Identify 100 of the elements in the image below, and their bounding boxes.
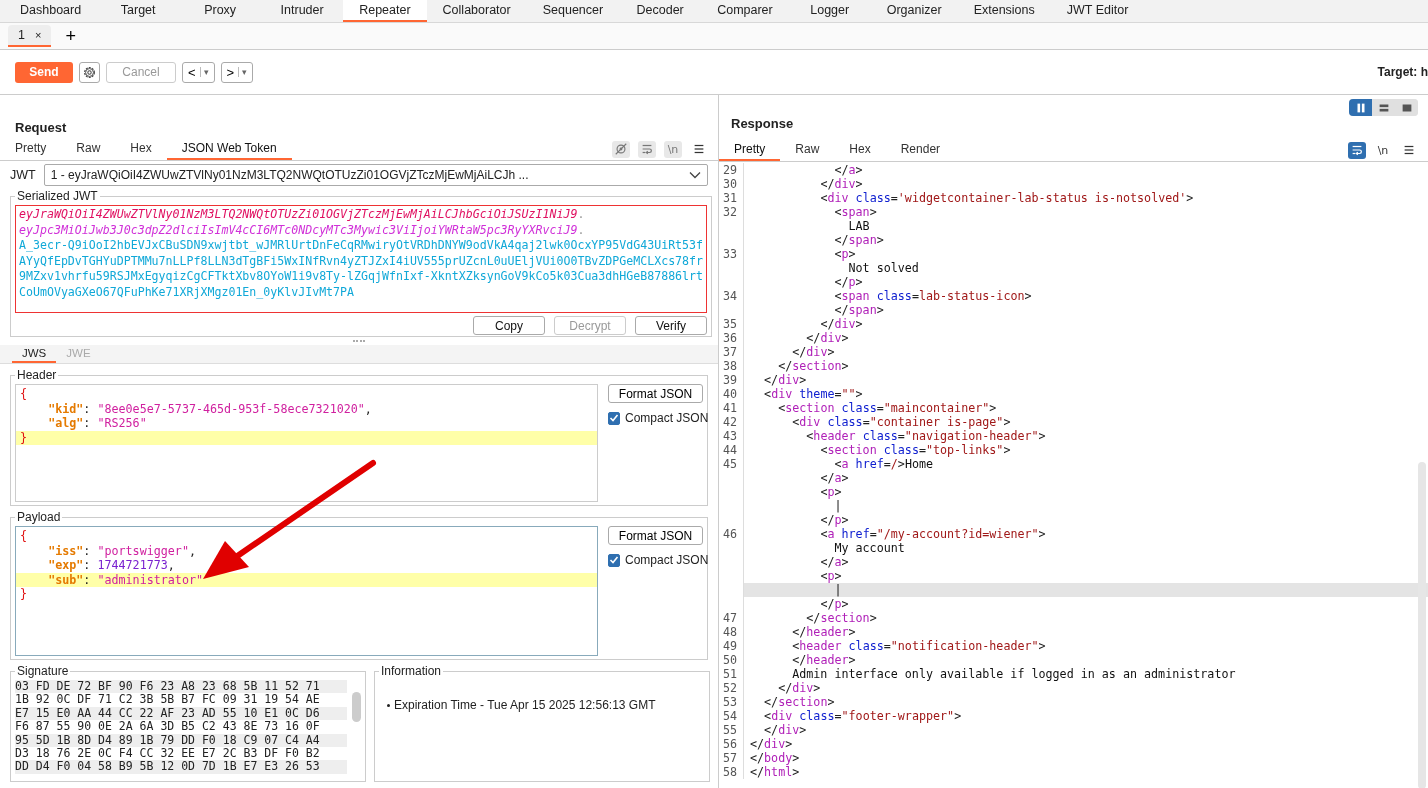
line-number: 53	[722, 695, 739, 709]
scrollbar[interactable]	[352, 692, 361, 722]
line-number: 37	[722, 345, 739, 359]
main-tab[interactable]: Collaborator	[426, 0, 527, 22]
section-legend: Payload	[15, 510, 63, 524]
target-label: Target: h	[1377, 65, 1428, 79]
line-number: 55	[722, 723, 739, 737]
checkbox[interactable]	[608, 553, 620, 567]
eye-slash-icon[interactable]	[612, 140, 630, 158]
hex-row-text: F6 87 55 90 0E 2A 6A 3D B5 C2 43 8E 73 16 0F	[15, 720, 321, 734]
main-tab[interactable]: Proxy	[179, 0, 262, 22]
line-number: 35	[722, 317, 739, 331]
code-line: </div>	[743, 345, 1428, 359]
history-button[interactable]: < ▾	[182, 61, 215, 83]
editor-tab[interactable]: Hex	[115, 138, 167, 160]
editor-tab[interactable]: Pretty	[0, 138, 62, 160]
code-line: "iss": "portswigger",	[47, 543, 197, 558]
editor-tab[interactable]: JSON Web Token	[166, 138, 292, 160]
history-button[interactable]: > ▾	[220, 61, 254, 83]
main-tab[interactable]: Logger	[788, 0, 871, 22]
action-button[interactable]: Copy	[473, 316, 546, 335]
json-editor[interactable]: { "kid": "8ee0e5e7-5737-465d-953f-58ece7321020", "alg": "RS256" }	[15, 384, 598, 502]
line-number: 32	[722, 205, 739, 219]
code-line: <header class="navigation-header">	[743, 429, 1428, 443]
code-line: </div>	[743, 317, 1428, 331]
main-tab[interactable]: Sequencer	[526, 0, 620, 22]
editor-tab[interactable]: Render	[885, 139, 956, 161]
line-number: 41	[722, 401, 739, 415]
line-number: 30	[722, 177, 739, 191]
wrap-icon[interactable]	[638, 140, 656, 158]
line-number: 44	[722, 443, 739, 457]
code-line: <div theme="">	[743, 387, 1428, 401]
main-tab[interactable]: Decoder	[619, 0, 702, 22]
line-number: 36	[722, 331, 739, 345]
line-number: 45	[722, 457, 739, 471]
newline-toggle[interactable]: \n	[1374, 141, 1392, 159]
code-line: </p>	[743, 275, 1428, 289]
code-line: <section class="top-links">	[743, 443, 1428, 457]
checkbox-label: Compact JSON	[625, 553, 709, 567]
pane-title: Response	[731, 116, 795, 131]
format-json-button[interactable]: Format JSON	[608, 526, 703, 545]
code-line: }	[19, 587, 29, 602]
settings-icon[interactable]	[79, 61, 100, 83]
line-number: 48	[722, 625, 739, 639]
checkbox[interactable]	[608, 411, 620, 425]
code-line: </a>	[743, 163, 1428, 177]
jwt-dropdown[interactable]: 1 - eyJraWQiOiI4ZWUwZTVlNy01NzM3LTQ2NWQtOTUzZi01OGVjZTczMjEwMjAiLCJh ...	[43, 164, 708, 186]
newline-toggle[interactable]: \n	[664, 140, 682, 158]
main-tab[interactable]: JWT Editor	[1050, 0, 1145, 22]
hex-row: 03 FD DE 72 BF 90 F6 23 A8 23 68 5B 11 52 71	[15, 680, 347, 694]
columns-icon[interactable]	[1349, 99, 1372, 116]
code-line: "alg": "RS256"	[47, 416, 148, 431]
session-tab[interactable]: 1 ×	[8, 25, 52, 47]
line-number: 40	[722, 387, 739, 401]
code-line: LAB	[743, 219, 1428, 233]
line-number: 34	[722, 289, 739, 303]
serialized-jwt-field[interactable]: eyJraWQiOiI4ZWUwZTVlNy01NzM3LTQ2NWQtOTUzZi01OGVjZTczMjEwMjAiLCJhbGciOiJSUzI1NiJ9. eyJpc3MiOiJwb3J0c3dpZ2dlciIsImV4cCI6MTc0NDcyMTc3Mywic3ViIjoiYWRtaW5pc3RyYXRvciJ9. A_3ecr-Q9iOoI2hbEVJxCBuSDN9xwjtbt_wJMRlUrtDnFeCqRMwiryOtVRDhDNYW9odVkA4qaj2lwk0OcxYP95VdG43UiRt53fAYyQfEpDvTGHYuDPTMMu7nLLPf8LLN3dTgBFi5WxINfRvn4yZTJZxI4iUV555prUZcnL0uUEljVUi0O0TBvZDPGeMCLXcs78fr9MZxv1vhrfu59RSJMxEgyqizCgCFTktXbv8OYoW1i9v8Ty-lZGqjWfnIxf-XkntXZksynGoV9kCo5k03Cua3dhHGeB87886lrtCoUmOVyaGXeO67QFuPhKe71XRjXMgz01En_0yKlvJIvMt7PA	[15, 205, 708, 313]
hex-row: E7 15 E0 AA 44 CC 22 AF 23 AD 55 10 E1 0C D6	[15, 706, 347, 721]
main-tab[interactable]: Extensions	[957, 0, 1051, 22]
hex-row: 95 5D 1B 8D D4 89 1B 79 DD F0 18 C9 07 C4 A4	[15, 733, 347, 747]
main-tab[interactable]: Dashboard	[4, 0, 98, 22]
scrollbar[interactable]	[1418, 462, 1426, 788]
hex-row-text: D3 18 76 2E 0C F4 CC 32 EE E7 2C B3 DF F0 B2	[15, 746, 321, 761]
format-json-button[interactable]: Format JSON	[608, 384, 703, 403]
code-line: {	[19, 529, 29, 544]
new-tab-button[interactable]: +	[61, 25, 80, 47]
wrap-icon[interactable]	[1348, 141, 1366, 159]
editor-tab[interactable]: Raw	[780, 139, 835, 161]
main-tab[interactable]: Organizer	[870, 0, 958, 22]
line-number: 39	[722, 373, 739, 387]
main-tab[interactable]: Target	[97, 0, 180, 22]
line-number: 33	[722, 247, 739, 261]
line-number: 46	[722, 527, 739, 541]
line-number: 31	[722, 191, 739, 205]
action-button[interactable]: Verify	[635, 316, 708, 335]
field-label: JWT	[10, 168, 36, 182]
code-line: </div>	[743, 177, 1428, 191]
checkbox-label: Compact JSON	[625, 411, 709, 425]
code-line: {	[19, 387, 29, 402]
line-number: 38	[722, 359, 739, 373]
main-tab[interactable]: Repeater	[343, 0, 427, 22]
line-number: 47	[722, 611, 739, 625]
bullet-icon	[387, 703, 390, 707]
editor-tab[interactable]: Raw	[61, 138, 116, 160]
hex-row-text: 1B 92 0C DF 71 C2 3B 5B B7 FC 09 31 19 54 AE	[15, 693, 321, 707]
editor-tab[interactable]: Hex	[834, 139, 886, 161]
code-line: <span>	[743, 205, 1428, 219]
code-line: </div>	[743, 331, 1428, 345]
code-line: <div class='widgetcontainer-lab-status is-notsolved'>	[743, 191, 1428, 205]
editor-tab[interactable]: Pretty	[719, 139, 781, 161]
main-tab[interactable]: Comparer	[701, 0, 789, 22]
section-legend: Serialized JWT	[15, 189, 100, 203]
code-line: </div>	[743, 373, 1428, 387]
line-number: 29	[722, 163, 739, 177]
line-number: 57	[722, 751, 739, 765]
main-tab[interactable]: Intruder	[261, 0, 344, 22]
token-tab[interactable]: JWS	[12, 345, 57, 363]
code-line: </span>	[743, 233, 1428, 247]
line-number: 52	[722, 681, 739, 695]
json-editor[interactable]: { "iss": "portswigger", "exp": 1744721773, "sub": "administrator" }	[15, 526, 598, 656]
